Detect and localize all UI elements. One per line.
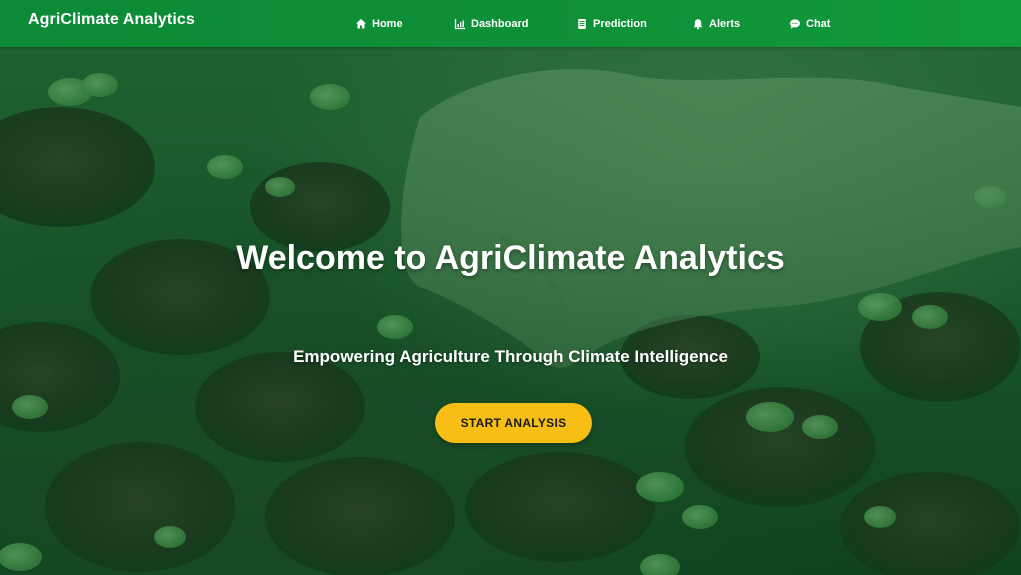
page: AgriClimate Analytics Home Dashboard Pre… — [0, 0, 1021, 575]
hero-subtitle: Empowering Agriculture Through Climate I… — [293, 347, 728, 366]
nav-links: Home Dashboard Prediction Alerts Chat — [354, 0, 848, 47]
bell-icon — [691, 17, 704, 30]
nav-item-label: Alerts — [709, 17, 741, 30]
nav-item-label: Dashboard — [471, 17, 529, 30]
chart-icon — [453, 17, 466, 30]
nav-item-label: Chat — [806, 17, 831, 30]
hero-title: Welcome to AgriClimate Analytics — [236, 239, 785, 277]
nav-item-dashboard[interactable]: Dashboard — [453, 17, 575, 30]
nav-item-alerts[interactable]: Alerts — [691, 17, 788, 30]
nav-item-home[interactable]: Home — [354, 17, 453, 30]
top-navbar: AgriClimate Analytics Home Dashboard Pre… — [0, 0, 1021, 47]
chat-bubble-icon — [788, 17, 801, 30]
start-analysis-button[interactable]: START ANALYSIS — [435, 403, 592, 443]
nav-item-chat[interactable]: Chat — [788, 17, 848, 30]
hero-section: Welcome to AgriClimate Analytics Empower… — [0, 47, 1021, 575]
hero-content: Welcome to AgriClimate Analytics Empower… — [0, 47, 1021, 575]
nav-item-label: Home — [372, 17, 403, 30]
nav-item-prediction[interactable]: Prediction — [575, 17, 691, 30]
home-icon — [354, 17, 367, 30]
nav-item-label: Prediction — [593, 17, 647, 30]
brand-logo[interactable]: AgriClimate Analytics — [28, 11, 195, 29]
document-icon — [575, 17, 588, 30]
